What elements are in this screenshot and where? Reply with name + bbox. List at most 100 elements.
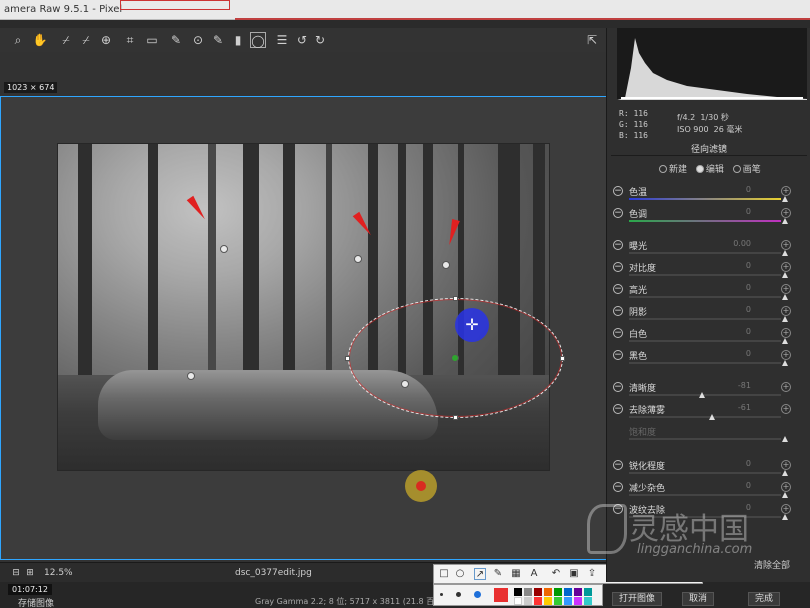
filter-pin[interactable]	[354, 255, 362, 263]
slider-thumb[interactable]	[781, 250, 788, 256]
decrease-icon[interactable]: −	[613, 262, 623, 272]
ellipse-handle-top[interactable]	[453, 296, 458, 301]
decrease-icon[interactable]: −	[613, 382, 623, 392]
slider-track[interactable]	[629, 198, 781, 200]
slider-thumb[interactable]	[781, 316, 788, 322]
slider-track[interactable]	[629, 438, 781, 440]
color-swatch[interactable]	[574, 597, 582, 605]
slider-value[interactable]: -61	[738, 403, 751, 412]
hand-tool-icon[interactable]: ✋	[32, 32, 48, 48]
slider-value[interactable]: -81	[738, 381, 751, 390]
ellipse-handle-left[interactable]	[345, 356, 350, 361]
red-eye-tool-icon[interactable]: ⊙	[190, 32, 206, 48]
filter-pin[interactable]	[442, 261, 450, 269]
done-button[interactable]: 完成	[748, 592, 781, 606]
slider-thumb[interactable]	[781, 470, 788, 476]
increase-icon[interactable]: +	[781, 328, 791, 338]
decrease-icon[interactable]: −	[613, 460, 623, 470]
increase-icon[interactable]: +	[781, 382, 791, 392]
color-swatch[interactable]	[554, 588, 562, 596]
color-swatch[interactable]	[514, 588, 522, 596]
selected-filter-pin[interactable]	[451, 354, 459, 362]
color-swatch[interactable]	[564, 588, 572, 596]
slider-thumb[interactable]	[709, 414, 715, 420]
crop-tool-icon[interactable]: ⌗	[122, 32, 138, 48]
decrease-icon[interactable]: −	[613, 328, 623, 338]
color-sampler-tool-icon[interactable]: ⌿	[78, 32, 94, 48]
screenshot-selection-region[interactable]	[0, 96, 704, 560]
radio-new[interactable]	[659, 165, 667, 173]
straighten-tool-icon[interactable]: ▭	[144, 32, 160, 48]
mosaic-tool-icon[interactable]: ▦	[510, 568, 522, 580]
slider-value[interactable]: 0	[746, 283, 751, 292]
slider-track[interactable]	[629, 220, 781, 222]
ellipse-handle-bottom[interactable]	[453, 415, 458, 420]
slider-track[interactable]	[629, 340, 781, 342]
increase-icon[interactable]: +	[781, 186, 791, 196]
increase-icon[interactable]: +	[781, 482, 791, 492]
target-adjust-tool-icon[interactable]: ⊕	[98, 32, 114, 48]
graduated-filter-tool-icon[interactable]: ▮	[230, 32, 246, 48]
color-swatch[interactable]	[584, 588, 592, 596]
text-tool-icon[interactable]: A	[528, 568, 540, 580]
spot-removal-tool-icon[interactable]: ✎	[168, 32, 184, 48]
increase-icon[interactable]: +	[781, 284, 791, 294]
color-swatch[interactable]	[564, 597, 572, 605]
decrease-icon[interactable]: −	[613, 186, 623, 196]
color-swatch[interactable]	[544, 588, 552, 596]
color-swatch[interactable]	[524, 597, 532, 605]
ellipse-handle-right[interactable]	[560, 356, 565, 361]
radio-edit[interactable]	[695, 165, 704, 173]
cancel-button[interactable]: 取消	[682, 592, 715, 606]
adjustment-brush-tool-icon[interactable]: ✎	[210, 32, 226, 48]
slider-track[interactable]	[629, 296, 781, 298]
pen-tool-icon[interactable]: ✎	[492, 568, 504, 580]
decrease-icon[interactable]: −	[613, 482, 623, 492]
rotate-right-icon[interactable]: ↻	[312, 32, 328, 48]
white-balance-tool-icon[interactable]: ⌿	[58, 32, 74, 48]
increase-icon[interactable]: +	[781, 460, 791, 470]
color-swatch[interactable]	[544, 597, 552, 605]
filter-pin[interactable]	[187, 372, 195, 380]
slider-value[interactable]: 0.00	[733, 239, 751, 248]
filter-pin[interactable]	[401, 380, 409, 388]
zoom-tool-icon[interactable]: ⌕	[10, 32, 26, 48]
rotate-left-icon[interactable]: ↺	[294, 32, 310, 48]
current-color-swatch[interactable]	[494, 588, 508, 602]
slider-value[interactable]: 0	[746, 207, 751, 216]
slider-value[interactable]: 0	[746, 327, 751, 336]
rectangle-tool-icon[interactable]: □	[438, 568, 450, 580]
share-icon[interactable]: ⇪	[586, 568, 598, 580]
zoom-level[interactable]: 12.5%	[44, 568, 73, 578]
color-swatch[interactable]	[534, 597, 542, 605]
color-swatch[interactable]	[534, 588, 542, 596]
radial-filter-tool-icon[interactable]: ◯	[250, 32, 266, 48]
slider-thumb[interactable]	[781, 196, 788, 202]
decrease-icon[interactable]: −	[613, 208, 623, 218]
slider-track[interactable]	[629, 494, 781, 496]
undo-icon[interactable]: ↶	[550, 568, 562, 580]
color-swatch[interactable]	[554, 597, 562, 605]
size-small[interactable]	[440, 593, 443, 596]
save-snip-icon[interactable]: ▣	[568, 568, 580, 580]
slider-thumb[interactable]	[699, 392, 706, 398]
fullscreen-icon[interactable]: ⇱	[584, 32, 600, 48]
filter-pin[interactable]	[220, 245, 228, 253]
color-swatch[interactable]	[574, 588, 582, 596]
slider-track[interactable]	[629, 416, 781, 418]
increase-icon[interactable]: +	[781, 404, 791, 414]
slider-thumb[interactable]	[781, 492, 788, 498]
decrease-icon[interactable]: −	[613, 350, 623, 360]
slider-thumb[interactable]	[781, 338, 788, 344]
slider-value[interactable]: 0	[746, 349, 751, 358]
slider-track[interactable]	[629, 472, 781, 474]
slider-track[interactable]	[629, 362, 781, 364]
size-medium[interactable]	[456, 592, 461, 597]
slider-thumb[interactable]	[781, 294, 788, 300]
zoom-in-icon[interactable]: ⊞	[22, 565, 38, 581]
save-image-button[interactable]: 存储图像	[18, 596, 54, 608]
decrease-icon[interactable]: −	[613, 284, 623, 294]
slider-thumb[interactable]	[781, 360, 788, 366]
slider-value[interactable]: 0	[746, 481, 751, 490]
preferences-icon[interactable]: ☰	[274, 32, 290, 48]
